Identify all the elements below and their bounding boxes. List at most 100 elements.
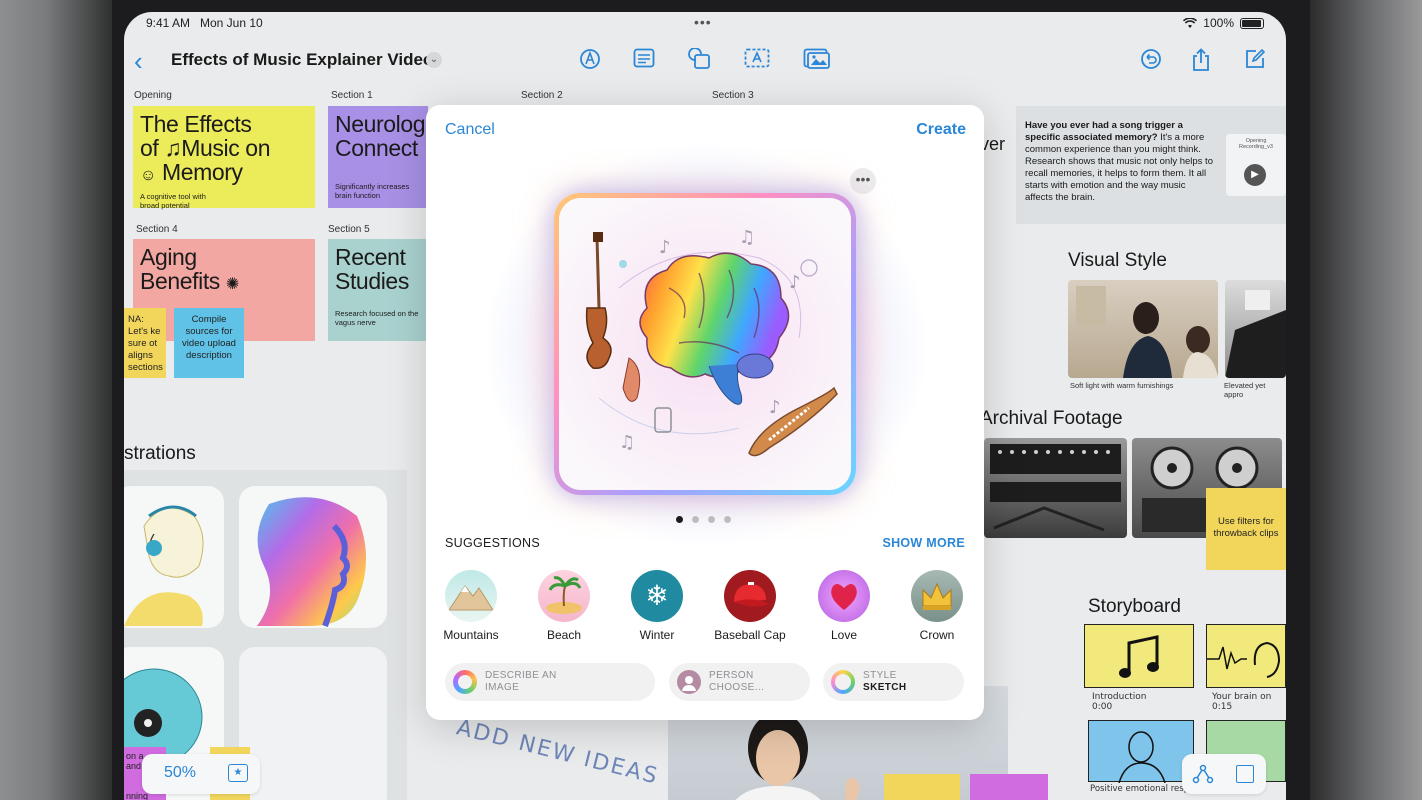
card-s5-subtitle: Research focused on the vagus nerve (335, 309, 419, 327)
storyboard-caption-2: Your brain on 0:15 (1212, 692, 1271, 712)
compose-icon[interactable] (1242, 48, 1268, 70)
suggestion-mountains-label: Mountains (443, 628, 499, 642)
multitasking-dots-icon[interactable]: ••• (694, 14, 712, 30)
section-label-1: Section 1 (331, 90, 373, 101)
section-label-opening: Opening (134, 90, 172, 101)
storyboard-caption-2-title: Your brain on (1212, 692, 1272, 702)
person-choose-button[interactable]: PERSON CHOOSE... (669, 663, 810, 701)
suggestion-beach[interactable]: Beach (524, 570, 604, 642)
card-opening-line3: ☺ Memory (140, 160, 308, 188)
share-icon[interactable] (1188, 48, 1214, 71)
card-opening[interactable]: The Effects of ♫Music on ☺ Memory A cogn… (133, 106, 315, 210)
sticky-note-compile[interactable]: Compile sources for video upload descrip… (174, 308, 244, 378)
describe-image-button[interactable]: DESCRIBE AN IMAGE (445, 663, 655, 701)
card-s4-word: Benefits (140, 268, 220, 294)
card-opening-word-music: Music on (181, 135, 271, 161)
storyboard-caption-1-time: 0:00 (1092, 702, 1113, 712)
card-s1-line2: Connect (335, 135, 418, 161)
card-s1-line1: Neurolog (335, 111, 426, 137)
suggestion-crown[interactable]: Crown (897, 570, 977, 642)
storyboard-frame-3[interactable] (1088, 720, 1194, 784)
frame-tool-icon[interactable] (1236, 765, 1254, 783)
svg-text:♫: ♫ (739, 227, 755, 248)
head-icon: ☺ (140, 167, 156, 184)
battery-percent: 100% (1203, 16, 1234, 30)
pager-dot-3[interactable] (708, 516, 715, 523)
visual-style-thumb-2[interactable] (1225, 280, 1286, 378)
scene-star-icon[interactable]: ★ (228, 764, 248, 782)
card-s5-line2: Studies (335, 268, 409, 294)
create-button[interactable]: Create (916, 121, 966, 139)
sticky-note-throwback[interactable]: Use filters for throwback clips (1206, 488, 1286, 570)
sticky-note-bottom-purple[interactable] (970, 774, 1048, 800)
storyboard-caption-1-title: Introduction (1092, 692, 1147, 702)
suggestions-row: Mountains Beach ❄ Winter Baseball Cap Lo… (426, 570, 984, 650)
heart-icon (818, 570, 870, 622)
suggestion-love-label: Love (830, 628, 858, 642)
style-label-2: SKETCH (863, 682, 907, 693)
suggestion-baseball-cap-label: Baseball Cap (714, 628, 786, 642)
illustration-rainbow-head[interactable] (239, 486, 387, 628)
device-bezel-left (0, 0, 112, 800)
visual-style-caption-2: Elevated yet appro (1224, 381, 1266, 399)
title-menu-chevron-icon[interactable]: ⌄ (426, 52, 442, 68)
svg-text:♪: ♪ (789, 272, 801, 293)
visual-style-thumb-1[interactable] (1068, 280, 1218, 378)
pen-tool-icon[interactable] (577, 48, 603, 70)
storyboard-frame-2[interactable] (1206, 624, 1286, 688)
describe-image-label-2: IMAGE (485, 682, 520, 693)
suggestion-winter[interactable]: ❄ Winter (617, 570, 697, 642)
video-recording-thumb[interactable]: Opening Recording_v3 ▶ (1226, 134, 1286, 196)
section-label-5: Section 5 (328, 224, 370, 235)
style-sketch-button[interactable]: STYLE SKETCH (823, 663, 964, 701)
suggestion-baseball-cap[interactable]: Baseball Cap (710, 570, 790, 642)
video-recording-label: Opening Recording_v3 (1239, 138, 1273, 150)
generated-image[interactable]: ♪ ♫ ♪ ♫ ♪ (554, 193, 856, 495)
describe-image-label-1: DESCRIBE AN (485, 670, 557, 681)
pager-dot-1[interactable] (676, 516, 683, 523)
suggestion-mountains[interactable]: Mountains (431, 570, 511, 642)
zoom-level-button[interactable]: 50% (164, 764, 196, 782)
document-title[interactable]: Effects of Music Explainer Video (171, 50, 433, 70)
svg-text:♪: ♪ (659, 237, 671, 258)
pager-dot-2[interactable] (692, 516, 699, 523)
loading-spinner-icon: ✺ (225, 276, 239, 293)
back-chevron-icon[interactable]: ‹ (134, 46, 143, 77)
person-icon (677, 670, 701, 694)
play-icon[interactable]: ▶ (1244, 164, 1266, 186)
script-block[interactable]: Have you ever had a song trigger a speci… (1016, 106, 1286, 224)
suggestion-winter-label: Winter (639, 628, 675, 642)
card-opening-word-of: of (140, 135, 159, 161)
style-label-1: STYLE (863, 670, 897, 681)
sticky-note-bottom-yellow[interactable] (884, 774, 960, 800)
pager-dot-4[interactable] (724, 516, 731, 523)
card-opening-subtitle: A cognitive tool with broad potential (140, 192, 206, 210)
text-box-tool-icon[interactable] (744, 48, 770, 70)
card-section-1[interactable]: Neurolog Connect Significantly increases… (328, 106, 428, 208)
undo-icon[interactable] (1138, 48, 1164, 70)
crown-icon (911, 570, 963, 622)
mountains-icon (445, 570, 497, 622)
illustration-headphones[interactable] (124, 486, 224, 628)
illustration-empty-slot[interactable] (239, 647, 387, 800)
device-bezel-right (1310, 0, 1422, 800)
image-pager[interactable] (676, 516, 731, 523)
section-label-2: Section 2 (521, 90, 563, 101)
storyboard-frame-1[interactable] (1084, 624, 1194, 688)
beach-icon (538, 570, 590, 622)
media-tool-icon[interactable] (803, 48, 830, 70)
card-s4-line1: Aging (140, 244, 197, 270)
music-note-icon: ♫ (164, 135, 182, 161)
connector-tool-icon[interactable] (1192, 764, 1214, 784)
archival-thumb-mixer[interactable] (984, 438, 1127, 538)
sticky-note-left[interactable]: NA: Let's ke sure ot aligns sections (124, 308, 166, 378)
shapes-tool-icon[interactable] (686, 47, 712, 70)
storyboard-heading: Storyboard (1088, 596, 1181, 617)
suggestion-love[interactable]: Love (804, 570, 884, 642)
show-more-button[interactable]: SHOW MORE (882, 536, 965, 550)
card-section-5[interactable]: Recent Studies Research focused on the v… (328, 239, 428, 341)
more-options-icon[interactable]: ••• (850, 168, 876, 194)
cancel-button[interactable]: Cancel (445, 121, 495, 139)
sticky-note-tool-icon[interactable] (631, 48, 657, 70)
person-label-1: PERSON (709, 670, 754, 681)
